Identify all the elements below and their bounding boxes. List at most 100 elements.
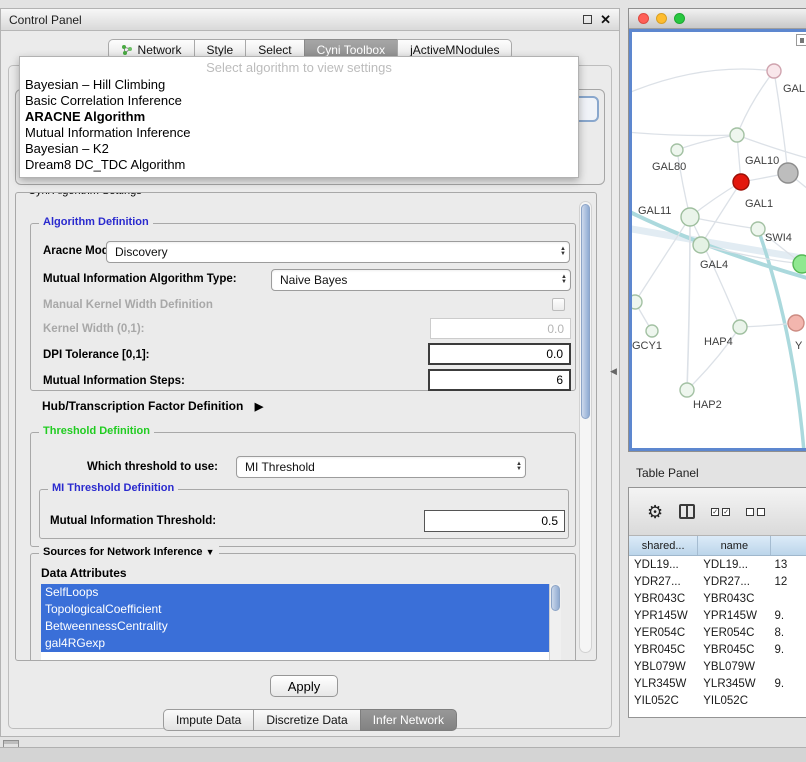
tab-label: Style (207, 43, 234, 57)
which-threshold-label: Which threshold to use: (87, 461, 218, 473)
columns-icon[interactable] (679, 504, 695, 519)
hub-transcription-section[interactable]: Hub/Transcription Factor Definition ▶ (42, 399, 263, 413)
network-node[interactable] (681, 208, 699, 226)
network-node[interactable] (693, 237, 709, 253)
data-attributes-label: Data Attributes (41, 566, 127, 580)
algorithm-popup-item[interactable]: ARACNE Algorithm (20, 109, 578, 125)
threshold-definition-title: Threshold Definition (39, 425, 154, 437)
network-node-label: Y (795, 340, 803, 352)
table-cell: YPR145W (629, 607, 698, 624)
data-attribute-item[interactable]: SelfLoops (41, 584, 549, 601)
network-edge (677, 135, 737, 150)
network-node[interactable] (767, 64, 781, 78)
network-node[interactable] (793, 255, 806, 273)
network-edge (632, 69, 774, 94)
threshold-definition-group: Threshold Definition Which threshold to … (30, 432, 576, 547)
table-cell: YDR27... (698, 573, 771, 590)
table-row[interactable]: YDL19...YDL19...13 (629, 556, 806, 573)
algorithm-definition-title: Algorithm Definition (39, 216, 153, 228)
network-node[interactable] (733, 320, 747, 334)
collapse-right-icon[interactable]: ▶ (255, 401, 263, 413)
network-window-titlebar[interactable] (629, 9, 806, 29)
dpi-tolerance-label: DPI Tolerance [0,1]: (43, 349, 150, 361)
apply-button[interactable]: Apply (270, 675, 338, 697)
data-attribute-item[interactable]: BetweennessCentrality (41, 618, 549, 635)
data-attribute-item[interactable]: TopologicalCoefficient (41, 601, 549, 618)
gear-icon[interactable]: ⚙ (647, 503, 663, 521)
network-node[interactable] (751, 222, 765, 236)
collapse-down-icon[interactable]: ▼ (206, 547, 215, 557)
network-node[interactable] (730, 128, 744, 142)
aracne-mode-select[interactable]: Discovery ▲▼ (106, 241, 570, 263)
table-row[interactable]: YBR045CYBR045C9. (629, 641, 806, 658)
table-row[interactable]: YBR043CYBR043C (629, 590, 806, 607)
mi-threshold-input[interactable]: 0.5 (424, 510, 565, 532)
network-node-label: GAL1 (745, 198, 773, 210)
network-node[interactable] (733, 174, 749, 190)
table-column-header[interactable]: name (698, 536, 771, 555)
sources-group-title[interactable]: Sources for Network Inference ▼ (39, 546, 219, 558)
mi-algorithm-type-select[interactable]: Naive Bayes ▲▼ (271, 269, 571, 291)
network-edge (737, 71, 774, 135)
manual-kernel-width-checkbox[interactable] (552, 298, 565, 311)
attributes-scrollbar-thumb[interactable] (551, 585, 560, 611)
network-node[interactable] (788, 315, 804, 331)
network-node-label: GCY1 (632, 340, 662, 352)
mi-steps-label: Mutual Information Steps: (43, 375, 185, 387)
network-node-label: HAP2 (693, 399, 722, 411)
canvas-scrollbar-corner[interactable] (796, 34, 806, 46)
kernel-width-label: Kernel Width (0,1): (43, 323, 144, 335)
table-row[interactable]: YPR145WYPR145W9. (629, 607, 806, 624)
network-canvas[interactable]: GALGAL80GAL10GAL11GAL1SWI4GAL4GCY1HAP4YH… (629, 29, 806, 451)
data-attributes-list[interactable]: SelfLoopsTopologicalCoefficientBetweenne… (41, 584, 561, 660)
algorithm-popup-item[interactable]: Bayesian – K2 (20, 141, 578, 157)
tab-impute-data[interactable]: Impute Data (163, 709, 253, 731)
network-node[interactable] (646, 325, 658, 337)
algorithm-popup-item[interactable]: Bayesian – Hill Climbing (20, 77, 578, 93)
minimize-traffic-light[interactable] (656, 13, 667, 24)
sources-group: Sources for Network Inference ▼ Data Att… (30, 553, 576, 661)
close-icon[interactable]: ✕ (600, 14, 611, 26)
data-attribute-item[interactable]: gal4RGexp (41, 635, 549, 652)
algorithm-popup-item[interactable]: Mutual Information Inference (20, 125, 578, 141)
tab-discretize-data[interactable]: Discretize Data (253, 709, 359, 731)
table-row[interactable]: YBL079WYBL079W (629, 658, 806, 675)
splitter-collapse-arrow[interactable]: ◀ (610, 366, 617, 377)
network-node[interactable] (680, 383, 694, 397)
algorithm-popup-item[interactable]: Basic Correlation Inference (20, 93, 578, 109)
which-threshold-select[interactable]: MI Threshold ▲▼ (236, 456, 526, 478)
mi-threshold-definition-group: MI Threshold Definition Mutual Informati… (39, 489, 569, 539)
table-row[interactable]: YLR345WYLR345W9. (629, 675, 806, 692)
table-column-header[interactable]: shared... (629, 536, 698, 555)
select-all-columns-icon[interactable]: ✓ ✓ (711, 508, 730, 516)
control-panel-titlebar[interactable]: Control Panel ✕ (1, 9, 619, 31)
network-edge (701, 182, 741, 245)
zoom-traffic-light[interactable] (674, 13, 685, 24)
deselect-all-columns-icon[interactable] (746, 508, 765, 516)
tab-label: Discretize Data (266, 713, 347, 727)
network-node[interactable] (632, 295, 642, 309)
float-panel-icon[interactable] (583, 15, 592, 24)
kernel-width-input[interactable]: 0.0 (430, 318, 571, 339)
settings-group-title: Cyni Algorithm Settings (24, 192, 146, 197)
network-node[interactable] (778, 163, 798, 183)
tab-infer-network[interactable]: Infer Network (360, 709, 457, 731)
table-row[interactable]: YDR27...YDR27...12 (629, 573, 806, 590)
table-row[interactable]: YIL052CYIL052C (629, 692, 806, 709)
mi-steps-input[interactable]: 6 (428, 369, 571, 391)
attributes-scrollbar[interactable] (549, 584, 561, 660)
table-row[interactable]: YER054CYER054C8. (629, 624, 806, 641)
unchecked-box-icon (757, 508, 765, 516)
dpi-tolerance-input[interactable]: 0.0 (428, 343, 571, 365)
table-cell: 8. (771, 624, 806, 641)
network-node[interactable] (671, 144, 683, 156)
network-edge (632, 132, 737, 136)
table-column-header[interactable] (771, 536, 806, 555)
settings-scrollbar[interactable] (579, 201, 592, 653)
close-traffic-light[interactable] (638, 13, 649, 24)
network-edge (690, 217, 758, 229)
settings-scrollbar-thumb[interactable] (581, 204, 590, 419)
table-cell: YPR145W (698, 607, 771, 624)
algorithm-popup-item[interactable]: Dream8 DC_TDC Algorithm (20, 157, 578, 173)
tab-label: Cyni Toolbox (317, 43, 385, 57)
